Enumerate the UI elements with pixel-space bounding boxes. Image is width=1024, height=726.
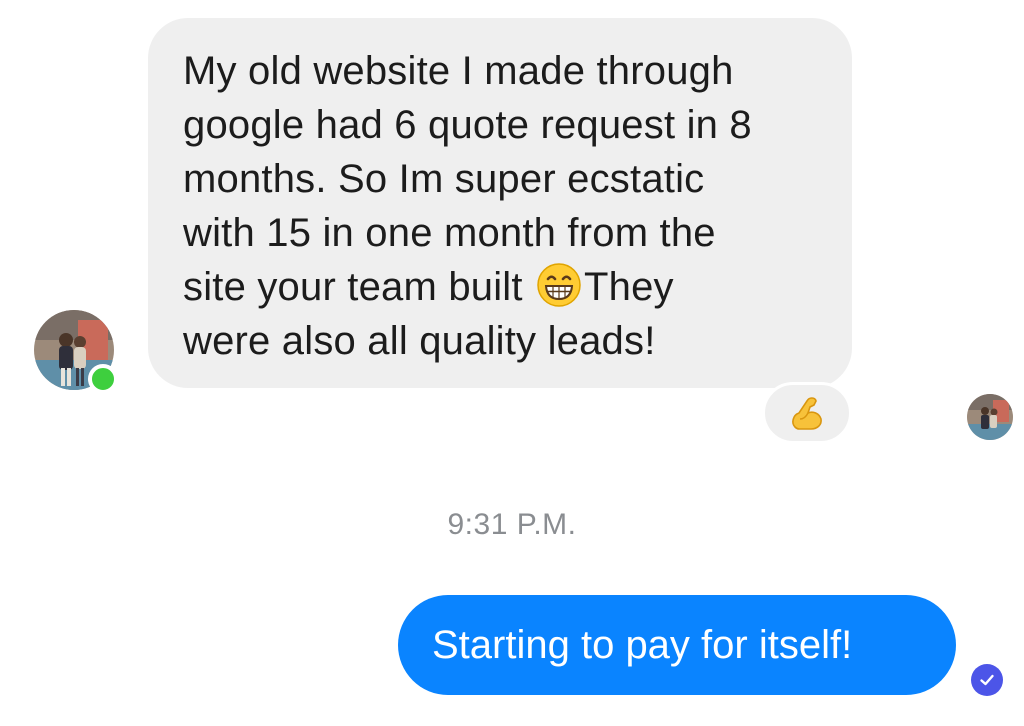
message-line-text: They xyxy=(584,265,674,309)
outgoing-message-bubble[interactable]: Starting to pay for itself! xyxy=(398,595,956,695)
incoming-message-bubble[interactable]: My old website I made through google had… xyxy=(148,18,852,388)
seen-check-icon xyxy=(971,664,1003,696)
read-receipt-avatar-photo xyxy=(967,394,1013,440)
read-receipt-avatar xyxy=(967,394,1013,440)
message-line-text: site your team built xyxy=(183,265,523,309)
online-status-indicator xyxy=(88,364,118,394)
message-line: months. So Im super ecstatic xyxy=(183,157,705,201)
message-line: were also all quality leads! xyxy=(183,319,656,363)
message-line: google had 6 quote request in 8 xyxy=(183,103,752,147)
flexed-biceps-icon xyxy=(792,397,822,430)
message-line-with-emoji: site your team built They xyxy=(183,260,822,314)
grinning-face-emoji-icon xyxy=(537,263,581,307)
message-reaction[interactable] xyxy=(762,382,852,444)
chat-thread: My old website I made through google had… xyxy=(0,0,1024,726)
timestamp-text: 9:31 P.M. xyxy=(447,508,577,541)
checkmark-icon xyxy=(980,674,994,686)
message-line: My old website I made through xyxy=(183,49,734,93)
message-timestamp: 9:31 P.M. xyxy=(0,508,1024,542)
message-line: with 15 in one month from the xyxy=(183,211,716,255)
